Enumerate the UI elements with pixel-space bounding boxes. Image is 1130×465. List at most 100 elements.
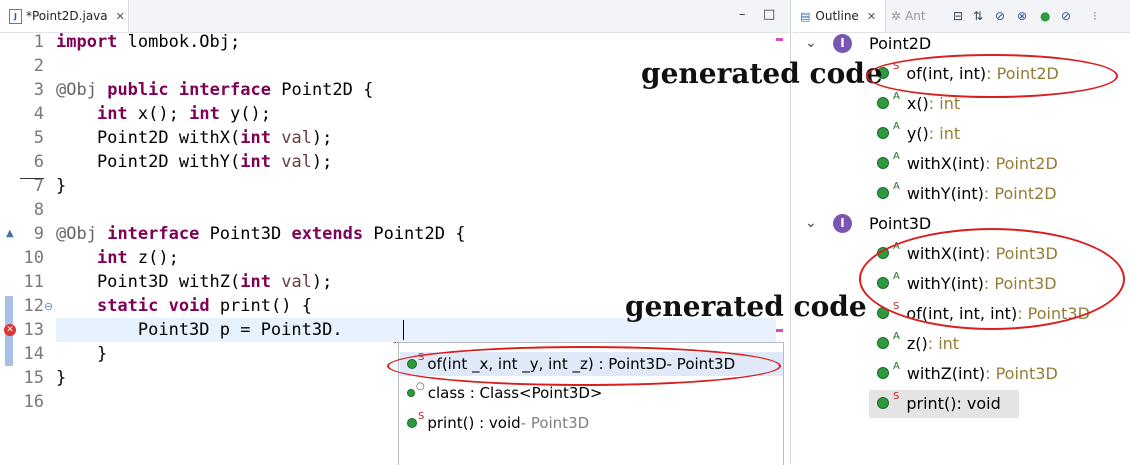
code-token: void [168,296,210,316]
modifier-badge: A [893,330,900,342]
code-token: Point2D { [271,80,374,100]
maximize-icon[interactable]: □ [763,7,775,22]
hide-local-types-icon[interactable]: ⊘ [1061,9,1071,23]
line-number: 13 [23,320,44,340]
code-token: int [96,104,128,124]
code-token: @Obj [56,80,97,100]
code-line[interactable]: int z(); [56,248,179,268]
editor-tab-bar: J *Point2D.java ✕ – □ [0,0,790,33]
abstract-method-icon [877,97,889,109]
interface-icon: I [833,213,852,233]
overview-ruler-marker[interactable] [776,38,783,41]
code-token: lombok.Obj; [117,32,241,52]
code-line[interactable]: import lombok.Obj; [56,32,240,52]
completion-item[interactable]: S print() : void - Point3D [407,411,589,435]
code-token: interface [178,80,271,100]
code-line[interactable]: @Obj interface Point3D extends Point2D { [56,224,465,244]
line-number: 16 [23,392,44,412]
code-token: Point3D p = Point3D. [56,320,343,340]
code-token: val [281,152,312,172]
minimize-icon[interactable]: – [739,7,746,22]
code-token: interface [107,224,200,244]
code-line[interactable]: Point2D withX(int val); [56,128,332,148]
overview-ruler-marker[interactable] [776,329,783,332]
chevron-down-icon[interactable]: ⌄ [805,215,817,231]
code-token: @Obj [56,224,97,244]
code-token: Point2D { [363,224,466,244]
hide-static-icon[interactable]: ⊗ [1017,9,1027,23]
code-line[interactable]: } [56,176,66,196]
outline-member-node[interactable]: AwithY(int) : Point2D [877,180,1057,206]
line-number: 5 [33,128,44,148]
abstract-method-icon [877,157,889,169]
java-file-icon: J [9,8,22,24]
code-line[interactable]: Point3D p = Point3D. [56,320,343,340]
member-name: print() [906,393,957,413]
code-token: ); [311,128,333,148]
outline-member-node[interactable]: AwithZ(int) : Point3D [877,360,1058,386]
code-line[interactable]: @Obj public interface Point2D { [56,80,373,100]
sort-icon[interactable]: ⇅ [973,9,983,23]
member-type: : Point2D [983,183,1057,203]
line-number: 11 [23,272,44,292]
hide-fields-icon[interactable]: ⊘ [995,9,1005,23]
outline-type-node[interactable]: ⌄ I Point3D [805,210,931,236]
code-line[interactable]: } [56,344,107,364]
highlight-ellipse [387,346,781,386]
fold-toggle-icon[interactable]: ⊖ [44,300,53,313]
outline-member-node[interactable]: Sprint() : void [877,390,1001,416]
abstract-method-icon [877,187,889,199]
editor-tab-label: *Point2D.java [26,9,108,23]
code-token: import [56,32,118,52]
chevron-down-icon[interactable]: ⌄ [805,35,817,51]
tab-ant[interactable]: ✲ Ant [891,0,926,32]
member-name: y() [906,123,929,143]
code-token: public [107,80,169,100]
code-token: ); [311,152,333,172]
line-number: 1 [33,32,44,52]
code-token: int [96,248,128,268]
static-method-icon [877,397,889,409]
modifier-badge: S [893,390,900,402]
close-icon[interactable]: ✕ [867,10,876,23]
line-number: 4 [33,104,44,124]
code-line[interactable]: } [56,368,66,388]
static-method-icon [407,418,417,428]
modifier-badge: A [893,150,900,162]
code-token: Point3D [199,224,292,244]
close-icon[interactable]: ✕ [116,10,125,23]
member-name: z() [906,333,928,353]
modifier-badge: A [893,180,900,192]
code-token: int [240,272,271,292]
abstract-method-icon [877,337,889,349]
code-line[interactable]: static void print() { [56,296,312,316]
outline-type-node[interactable]: ⌄ I Point2D [805,30,931,56]
line-number: 15 [23,368,44,388]
text-caret [403,320,404,340]
code-token: Point3D withZ( [56,272,241,292]
code-line[interactable]: int x(); int y(); [56,104,271,124]
outline-member-node[interactable]: AwithX(int) : Point2D [877,150,1058,176]
collapse-all-icon[interactable]: ⊟ [953,9,963,23]
editor-tab-point2d[interactable]: J *Point2D.java ✕ [0,0,129,32]
view-menu-icon[interactable]: ⁝ [1093,9,1097,23]
outline-type-label: Point2D [869,33,932,53]
code-line[interactable]: Point2D withY(int val); [56,152,332,172]
code-token: val [281,128,312,148]
code-line[interactable]: Point3D withZ(int val); [56,272,332,292]
modifier-badge: A [893,360,900,372]
code-token: Point2D withX( [56,128,241,148]
tab-outline[interactable]: ▤ Outline ✕ [793,0,886,32]
code-token: y(); [219,104,271,124]
outline-member-node[interactable]: Az() : int [877,330,959,356]
outline-member-node[interactable]: Ay() : int [877,120,960,146]
code-token: int [240,128,271,148]
error-icon[interactable]: ✕ [4,324,16,336]
class-literal-icon [407,389,415,397]
hide-nonpublic-icon[interactable]: ● [1040,9,1050,23]
code-token: val [281,272,312,292]
